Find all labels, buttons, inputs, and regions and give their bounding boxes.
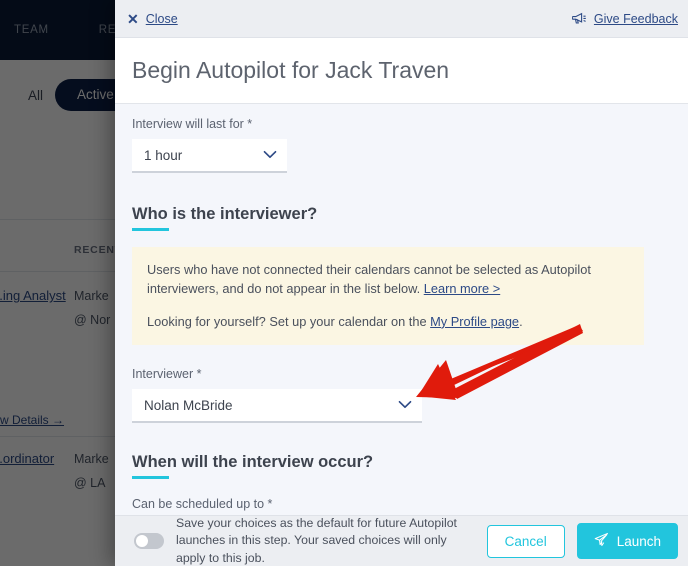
interviewer-dropdown-chevron[interactable]	[398, 396, 412, 414]
give-feedback-label: Give Feedback	[593, 11, 678, 26]
learn-more-link[interactable]: Learn more >	[424, 281, 500, 296]
modal-footer: Save your choices as the default for fut…	[115, 515, 688, 566]
interviewer-select-value: Nolan McBride	[144, 397, 233, 413]
save-defaults-label: Save your choices as the default for fut…	[176, 515, 457, 565]
notice-paragraph-1: Users who have not connected their calen…	[147, 260, 629, 299]
section-underline	[132, 476, 169, 480]
modal-title-bar: Begin Autopilot for Jack Traven	[115, 38, 688, 104]
autopilot-modal: ✕ Close Give Feedback Begin Autopilot fo…	[115, 0, 688, 566]
duration-select[interactable]: 1 hour	[132, 139, 287, 173]
interviewer-section-header: Who is the interviewer?	[132, 205, 671, 231]
duration-select-value: 1 hour	[144, 147, 183, 163]
modal-body[interactable]: Interview will last for * 1 hour Who is …	[115, 104, 688, 515]
give-feedback-button[interactable]: Give Feedback	[571, 11, 678, 26]
screen: TEAM REPORTS All Active RECENT ...ing An…	[0, 0, 688, 566]
close-button[interactable]: ✕ Close	[127, 12, 178, 26]
notice-paragraph-2: Looking for yourself? Set up your calend…	[147, 312, 629, 331]
interviewer-field-label: Interviewer *	[132, 367, 202, 382]
chevron-down-icon	[263, 146, 277, 164]
cancel-button[interactable]: Cancel	[486, 524, 565, 558]
schedule-section-title: When will the interview occur?	[132, 453, 374, 472]
modal-title: Begin Autopilot for Jack Traven	[132, 57, 450, 83]
toggle-knob	[136, 535, 148, 547]
launch-button-label: Launch	[616, 533, 661, 549]
close-button-label: Close	[145, 11, 178, 26]
interviewer-section-title: Who is the interviewer?	[132, 205, 318, 223]
calendar-notice-banner: Users who have not connected their calen…	[132, 247, 644, 346]
modal-top-bar: ✕ Close Give Feedback	[115, 0, 688, 38]
section-underline	[132, 228, 169, 231]
megaphone-icon	[571, 12, 587, 25]
duration-field-label: Interview will last for *	[132, 117, 253, 131]
notice-text-1: Users who have not connected their calen…	[147, 262, 591, 297]
my-profile-page-link[interactable]: My Profile page	[430, 314, 519, 329]
interviewer-select[interactable]: Nolan McBride	[132, 389, 422, 424]
notice-text-2: Looking for yourself? Set up your calend…	[147, 313, 431, 329]
launch-button[interactable]: Launch	[576, 523, 678, 559]
save-defaults-toggle[interactable]	[134, 533, 164, 549]
paper-plane-icon	[594, 532, 609, 550]
schedule-section-header: When will the interview occur?	[132, 453, 671, 480]
notice-text-2-end: .	[519, 313, 523, 329]
scheduled-up-to-label: Can be scheduled up to *	[132, 497, 273, 512]
close-x-icon: ✕	[127, 10, 139, 27]
